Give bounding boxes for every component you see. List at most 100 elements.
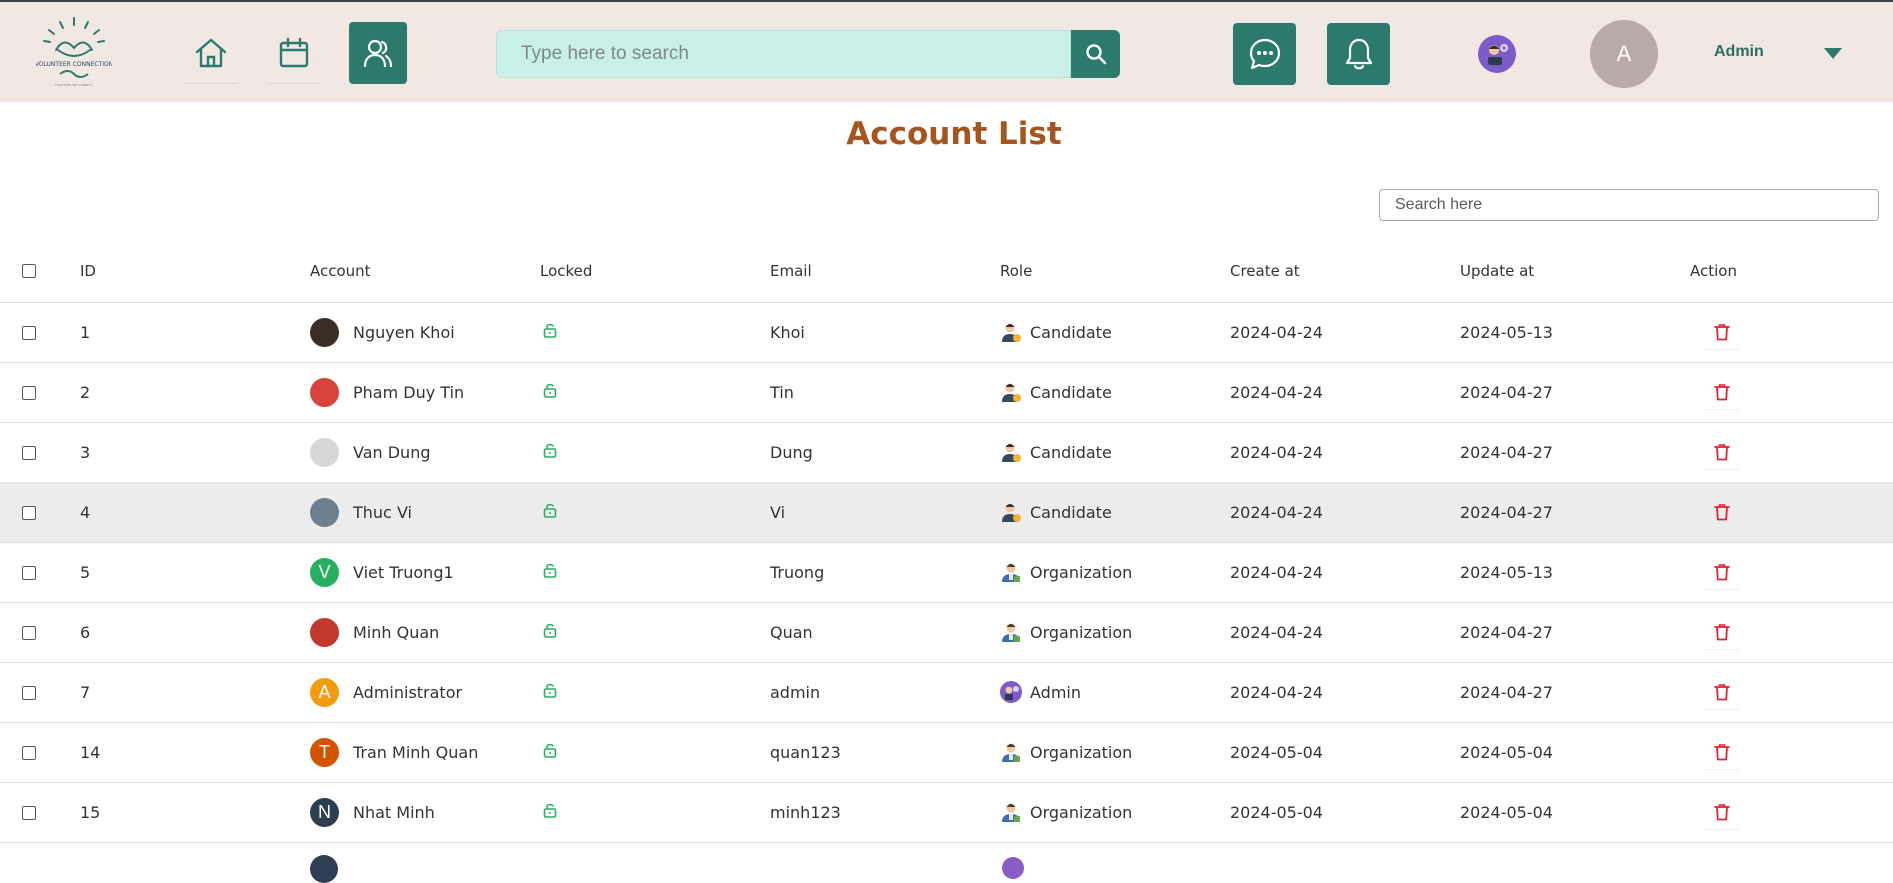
row-id: 3	[80, 422, 310, 483]
account-cell: Minh Quan	[310, 617, 540, 647]
table-row[interactable]: 15 N Nhat Minh minh123 Organization 2024-05-0…	[0, 782, 1893, 843]
unlock-icon[interactable]	[543, 562, 557, 578]
global-search-input[interactable]	[496, 30, 1071, 78]
table-row[interactable]: 3 Van Dung Dung Candidate 2024-04-24 2024-04-…	[0, 422, 1893, 483]
select-all-checkbox[interactable]	[22, 264, 36, 279]
delete-button[interactable]	[1704, 434, 1740, 470]
unlock-icon[interactable]	[543, 382, 557, 398]
delete-button[interactable]	[1704, 794, 1740, 830]
account-name[interactable]: Nhat Minh	[353, 803, 435, 822]
avatar[interactable]	[310, 437, 339, 467]
row-locked	[540, 422, 770, 483]
unlock-icon[interactable]	[543, 682, 557, 698]
column-header-update-at[interactable]: Update at	[1460, 240, 1690, 303]
unlock-icon[interactable]	[543, 322, 557, 338]
avatar[interactable]	[310, 317, 339, 347]
account-cell: Nguyen Khoi	[310, 317, 540, 347]
unlock-icon[interactable]	[543, 622, 557, 638]
row-checkbox[interactable]	[22, 746, 36, 760]
account-name[interactable]: Viet Truong1	[353, 563, 454, 582]
row-checkbox[interactable]	[22, 806, 36, 820]
account-name[interactable]: Thuc Vi	[353, 503, 412, 522]
account-cell: Van Dung	[310, 437, 540, 467]
table-row[interactable]: 5 V Viet Truong1 Truong Organization 2024-04-…	[0, 542, 1893, 603]
row-checkbox[interactable]	[22, 686, 36, 700]
trash-icon	[1714, 443, 1730, 460]
avatar[interactable]: T	[310, 737, 339, 767]
nav-calendar-button[interactable]	[265, 22, 323, 84]
delete-button[interactable]	[1704, 614, 1740, 650]
account-cell: Thuc Vi	[310, 497, 540, 527]
row-role: Admin	[1000, 662, 1230, 723]
volunteer-connection-logo[interactable]: VOLUNTEER CONNECTION TOGETHER WE CONNECT	[36, 16, 112, 90]
avatar[interactable]	[310, 855, 338, 883]
avatar[interactable]: A	[310, 677, 339, 707]
column-header-create-at[interactable]: Create at	[1230, 240, 1460, 303]
table-row[interactable]: 1 Nguyen Khoi Khoi Candidate 2024-04-24 2024-…	[0, 302, 1893, 363]
unlock-icon[interactable]	[543, 502, 557, 518]
account-cell: A Administrator	[310, 677, 540, 707]
column-header-email[interactable]: Email	[770, 240, 1000, 303]
table-row[interactable]: 14 T Tran Minh Quan quan123 Organization 2024…	[0, 722, 1893, 783]
column-header-account[interactable]: Account	[310, 240, 540, 303]
row-updated: 2024-04-27	[1460, 422, 1690, 483]
account-name[interactable]: Van Dung	[353, 443, 431, 462]
unlock-icon[interactable]	[543, 442, 557, 458]
avatar[interactable]	[310, 377, 339, 407]
delete-button[interactable]	[1704, 674, 1740, 710]
row-checkbox[interactable]	[22, 506, 36, 520]
nav-accounts-button[interactable]	[349, 22, 407, 84]
role-cell: Organization	[1000, 741, 1230, 763]
row-checkbox[interactable]	[22, 446, 36, 460]
avatar[interactable]	[310, 617, 339, 647]
delete-button[interactable]	[1704, 374, 1740, 410]
delete-button[interactable]	[1704, 314, 1740, 350]
table-row[interactable]: 4 Thuc Vi Vi Candidate 2024-04-24 2024-04-27	[0, 482, 1893, 543]
chevron-down-icon[interactable]	[1824, 48, 1842, 59]
delete-button[interactable]	[1704, 734, 1740, 770]
admin-role-avatar[interactable]	[1478, 35, 1516, 73]
account-name[interactable]: Minh Quan	[353, 623, 439, 642]
row-created: 2024-05-04	[1230, 782, 1460, 843]
user-avatar[interactable]: A	[1590, 20, 1658, 88]
column-header-id[interactable]: ID	[80, 240, 310, 303]
table-row[interactable]: 6 Minh Quan Quan Organization 2024-04-24 2024…	[0, 602, 1893, 663]
chat-icon	[1249, 38, 1280, 70]
nav-home-button[interactable]	[182, 22, 240, 84]
notifications-button[interactable]	[1327, 23, 1390, 85]
row-action	[1690, 542, 1893, 603]
column-header-locked[interactable]: Locked	[540, 240, 770, 303]
user-name[interactable]: Admin	[1714, 43, 1764, 61]
row-checkbox[interactable]	[22, 626, 36, 640]
row-updated: 2024-05-13	[1460, 302, 1690, 363]
global-search-button[interactable]	[1071, 30, 1120, 78]
row-checkbox[interactable]	[22, 566, 36, 580]
account-name[interactable]: Nguyen Khoi	[353, 323, 455, 342]
messages-button[interactable]	[1233, 23, 1296, 85]
delete-button[interactable]	[1704, 554, 1740, 590]
svg-text:VOLUNTEER CONNECTION: VOLUNTEER CONNECTION	[36, 61, 112, 68]
account-name[interactable]: Pham Duy Tin	[353, 383, 464, 402]
account-name[interactable]: Administrator	[353, 683, 462, 702]
row-locked	[540, 662, 770, 723]
avatar[interactable]: V	[310, 557, 339, 587]
table-row[interactable]: 7 A Administrator admin Admin 2024-04-24 2024-…	[0, 662, 1893, 723]
avatar[interactable]	[310, 497, 339, 527]
avatar[interactable]: N	[310, 797, 339, 827]
account-name[interactable]: Tran Minh Quan	[353, 743, 478, 762]
organization-role-icon	[1002, 623, 1020, 642]
trash-icon	[1714, 503, 1730, 520]
column-header-role[interactable]: Role	[1000, 240, 1230, 303]
top-navbar: VOLUNTEER CONNECTION TOGETHER WE CONNECT	[0, 0, 1893, 102]
table-row[interactable]: 2 Pham Duy Tin Tin Candidate 2024-04-24 2024-…	[0, 362, 1893, 423]
unlock-icon[interactable]	[543, 742, 557, 758]
row-role: Candidate	[1000, 482, 1230, 543]
row-checkbox[interactable]	[22, 326, 36, 340]
unlock-icon[interactable]	[543, 802, 557, 818]
row-locked	[540, 722, 770, 783]
trash-icon	[1714, 383, 1730, 400]
row-checkbox[interactable]	[22, 386, 36, 400]
row-id: 4	[80, 482, 310, 543]
table-search-input[interactable]	[1379, 189, 1879, 221]
delete-button[interactable]	[1704, 494, 1740, 530]
